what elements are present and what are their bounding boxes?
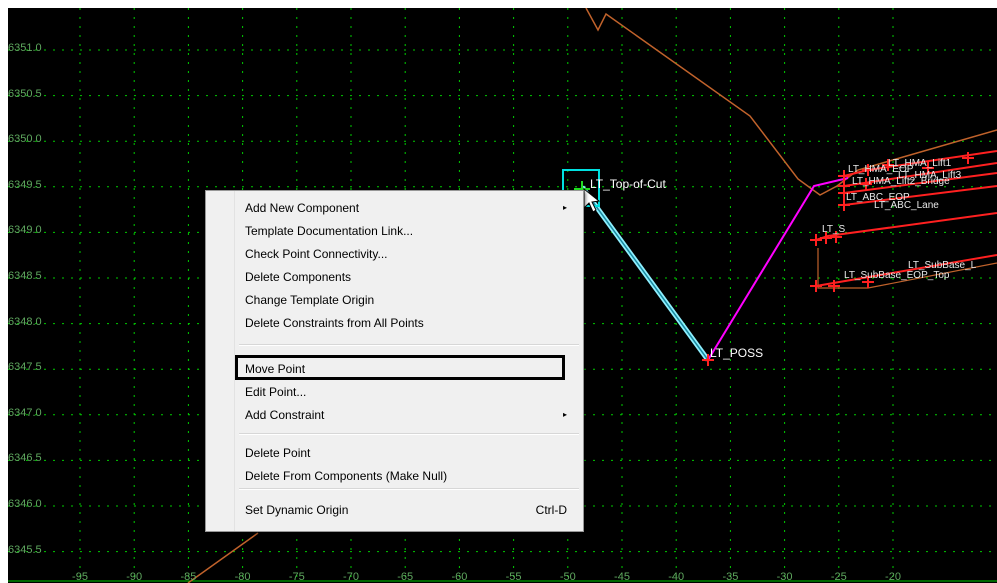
y-axis-tick-label: 6347.0 bbox=[8, 406, 42, 419]
ditch-slope-segment bbox=[707, 177, 849, 361]
x-axis-tick-label: -30 bbox=[776, 571, 793, 583]
menu-item-label: Set Dynamic Origin bbox=[245, 503, 349, 517]
menu-item-label: Delete Constraints from All Points bbox=[245, 316, 424, 330]
x-axis-tick-label: -35 bbox=[722, 571, 739, 583]
point-label-top-of-cut: LT_Top-of-Cut bbox=[590, 177, 666, 191]
menu-item-delete-constraints-from-all-points[interactable]: Delete Constraints from All Points bbox=[245, 313, 573, 333]
menu-item-check-point-connectivity[interactable]: Check Point Connectivity... bbox=[245, 244, 573, 264]
menu-separator bbox=[239, 344, 579, 346]
menu-item-label: Check Point Connectivity... bbox=[245, 247, 388, 261]
selected-cut-slope-core bbox=[581, 186, 709, 361]
y-axis-tick-label: 6346.0 bbox=[8, 498, 42, 510]
x-axis-tick-label: -80 bbox=[234, 571, 251, 583]
menu-item-label: Template Documentation Link... bbox=[245, 224, 414, 238]
overlap-label: LT_ABC_Lane bbox=[874, 200, 939, 211]
y-axis-tick-label: 6350.5 bbox=[8, 87, 42, 100]
point-label-poss: LT_POSS bbox=[710, 346, 764, 360]
y-axis-tick-label: 6350.0 bbox=[8, 133, 42, 146]
y-axis-tick-label: 6348.5 bbox=[8, 270, 42, 282]
menu-item-delete-components[interactable]: Delete Components bbox=[245, 267, 573, 287]
context-menu: Add New Component ▸ Template Documentation… bbox=[205, 190, 584, 532]
menu-item-set-dynamic-origin[interactable]: Set Dynamic Origin Ctrl-D bbox=[245, 500, 573, 520]
x-axis-tick-label: -20 bbox=[885, 571, 901, 583]
x-axis-tick-label: -55 bbox=[505, 571, 522, 583]
y-axis-tick-label: 6346.5 bbox=[8, 452, 42, 465]
menu-item-label: Delete Components bbox=[245, 270, 352, 284]
menu-item-change-template-origin[interactable]: Change Template Origin bbox=[245, 290, 573, 310]
menu-item-label: Delete Point bbox=[245, 446, 311, 460]
x-axis-tick-label: -50 bbox=[559, 571, 576, 583]
menu-item-add-new-component[interactable]: Add New Component ▸ bbox=[245, 198, 573, 218]
x-axis-tick-label: -75 bbox=[288, 571, 305, 583]
x-axis-tick-label: -90 bbox=[126, 571, 143, 583]
menu-item-delete-point[interactable]: Delete Point bbox=[245, 443, 573, 463]
template-point-marker[interactable] bbox=[810, 234, 822, 246]
menu-icon-gutter bbox=[206, 191, 235, 531]
x-axis-tick-label: -95 bbox=[72, 571, 88, 583]
overlap-label: LT_SubBase_L bbox=[908, 260, 977, 271]
x-axis-tick-label: -65 bbox=[397, 571, 414, 583]
y-axis-tick-label: 6349.5 bbox=[8, 178, 42, 191]
overlap-label: LT_HMA_Lift1 bbox=[888, 158, 952, 169]
menu-item-template-documentation-link[interactable]: Template Documentation Link... bbox=[245, 221, 573, 241]
menu-separator bbox=[239, 488, 579, 490]
x-axis-tick-label: -40 bbox=[668, 571, 685, 583]
menu-item-shortcut: Ctrl-D bbox=[535, 503, 567, 517]
highlight-box bbox=[235, 355, 565, 380]
submenu-arrow-icon: ▸ bbox=[562, 203, 567, 212]
y-axis-tick-label: 6348.0 bbox=[8, 315, 42, 328]
menu-item-label: Edit Point... bbox=[245, 385, 307, 399]
overlap-label: LT_S bbox=[822, 224, 846, 235]
menu-item-label: Add New Component bbox=[245, 201, 360, 215]
x-axis-tick-label: -45 bbox=[614, 571, 630, 583]
x-axis-tick-label: -85 bbox=[180, 571, 197, 583]
menu-item-label: Change Template Origin bbox=[245, 293, 375, 307]
submenu-arrow-icon: ▸ bbox=[562, 410, 567, 419]
y-axis-tick-label: 6345.5 bbox=[8, 543, 42, 556]
menu-separator bbox=[239, 433, 579, 435]
menu-item-delete-from-components-make-null[interactable]: Delete From Components (Make Null) bbox=[245, 466, 573, 486]
y-axis-tick-label: 6349.0 bbox=[8, 224, 42, 237]
x-axis-tick-label: -25 bbox=[830, 571, 847, 583]
template-point-marker[interactable] bbox=[810, 280, 822, 292]
menu-item-label: Add Constraint bbox=[245, 408, 325, 422]
menu-item-edit-point[interactable]: Edit Point... bbox=[245, 382, 573, 402]
overlap-label: LT_SubBase_EOP_Top bbox=[844, 270, 950, 281]
x-axis-tick-label: -70 bbox=[343, 571, 359, 583]
overlap-label: LT_HMA_Lift3 bbox=[898, 170, 962, 181]
menu-item-add-constraint[interactable]: Add Constraint ▸ bbox=[245, 405, 573, 425]
y-axis-tick-label: 6351.0 bbox=[8, 42, 42, 54]
menu-item-label: Delete From Components (Make Null) bbox=[245, 469, 448, 483]
y-axis-tick-label: 6347.5 bbox=[8, 361, 42, 374]
x-axis-tick-label: -60 bbox=[451, 571, 468, 583]
